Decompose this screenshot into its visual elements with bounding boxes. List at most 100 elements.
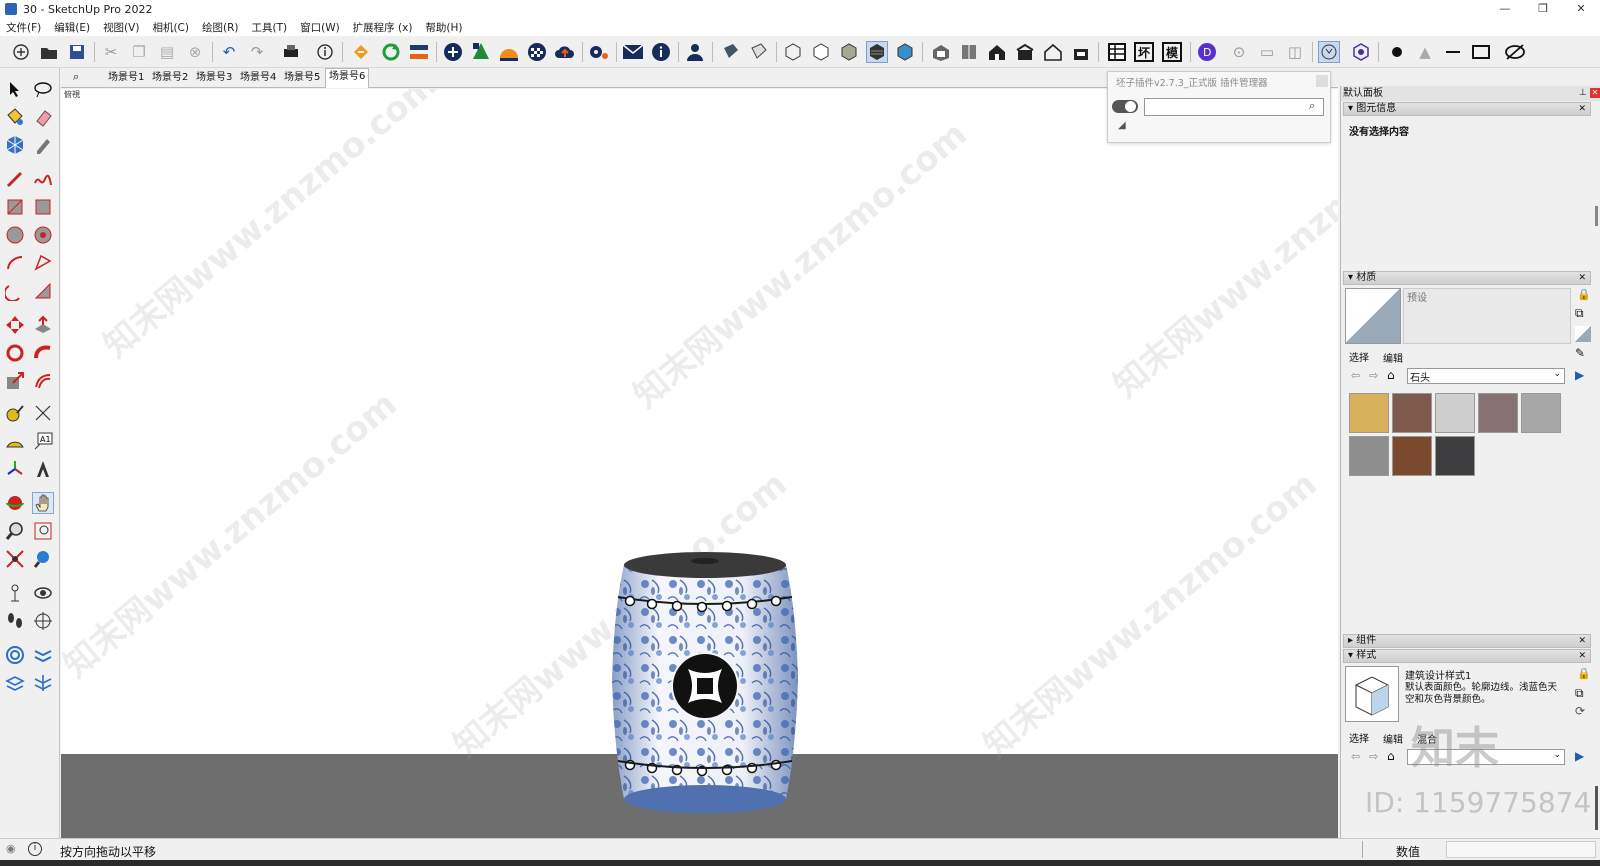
bad-plugin-icon[interactable]: 坏 bbox=[1134, 42, 1154, 62]
details-arrow-icon[interactable]: ▶ bbox=[1575, 749, 1584, 763]
paint-bucket-icon[interactable] bbox=[4, 106, 26, 128]
arc-tool-icon[interactable] bbox=[4, 252, 26, 274]
textured-icon[interactable] bbox=[866, 41, 888, 63]
tree-icon[interactable] bbox=[470, 41, 492, 63]
section-plane-icon[interactable] bbox=[32, 610, 54, 632]
table-plugin-icon[interactable] bbox=[1106, 41, 1128, 63]
refresh-green-icon[interactable] bbox=[380, 41, 402, 63]
three-point-arc-icon[interactable] bbox=[4, 280, 26, 302]
scene-search-icon[interactable]: ⌕ bbox=[73, 70, 79, 84]
freehand-icon[interactable] bbox=[32, 168, 54, 190]
mail-icon[interactable] bbox=[622, 41, 644, 63]
axes-tool-icon[interactable] bbox=[4, 458, 26, 480]
line-pencil-icon[interactable] bbox=[4, 168, 26, 190]
info-icon[interactable]: i bbox=[28, 842, 42, 856]
tab-scene-6[interactable]: 场景号6 bbox=[325, 68, 370, 88]
styles-tab-select[interactable]: 选择 bbox=[1349, 730, 1369, 745]
shaded-icon[interactable] bbox=[838, 41, 860, 63]
line-icon[interactable] bbox=[1442, 41, 1464, 63]
minimize-button[interactable]: — bbox=[1490, 2, 1520, 15]
rotated-rectangle-icon[interactable] bbox=[32, 196, 54, 218]
paste-icon[interactable]: ▤ bbox=[156, 41, 178, 63]
tape-measure-icon[interactable] bbox=[4, 402, 26, 424]
menu-edit[interactable]: 编辑(E) bbox=[54, 20, 90, 35]
solid-tools-icon[interactable] bbox=[720, 41, 742, 63]
move-tool-icon[interactable] bbox=[4, 314, 26, 336]
redo-icon[interactable]: ↷ bbox=[246, 41, 268, 63]
material-library-select[interactable]: 石头 ⌄ bbox=[1407, 368, 1565, 384]
select-arrow-icon[interactable] bbox=[4, 78, 26, 100]
add-circle-icon[interactable] bbox=[442, 41, 464, 63]
styles-tab-edit[interactable]: 编辑 bbox=[1383, 731, 1403, 746]
default-material-icon[interactable] bbox=[1575, 326, 1591, 342]
update-style-icon[interactable]: ⟳ bbox=[1575, 704, 1585, 718]
3d-text-icon[interactable] bbox=[32, 458, 54, 480]
menu-camera[interactable]: 相机(C) bbox=[152, 20, 189, 35]
settings-gear-icon[interactable] bbox=[588, 41, 610, 63]
geolocation-icon[interactable]: ◉ bbox=[6, 842, 16, 855]
back-view-icon[interactable] bbox=[1042, 41, 1064, 63]
polygon-tool-icon[interactable] bbox=[32, 224, 54, 246]
rectangle-icon[interactable] bbox=[1470, 41, 1492, 63]
sun-shadow-icon[interactable] bbox=[498, 41, 520, 63]
highlight-plugin-icon[interactable] bbox=[1318, 41, 1340, 63]
menu-window[interactable]: 窗口(W) bbox=[300, 20, 340, 35]
back-arrow-icon[interactable]: ⇦ bbox=[1351, 750, 1360, 763]
zoom-tool-icon[interactable] bbox=[4, 520, 26, 542]
plugin-search-input[interactable] bbox=[1144, 98, 1324, 116]
look-around-icon[interactable] bbox=[32, 582, 54, 604]
position-camera-icon[interactable] bbox=[4, 582, 26, 604]
material-swatch[interactable] bbox=[1478, 393, 1518, 433]
cone-icon[interactable]: ▲ bbox=[1414, 41, 1436, 63]
save-icon[interactable] bbox=[66, 41, 88, 63]
purple-plugin-icon[interactable]: D bbox=[1196, 41, 1218, 63]
transfer-icon[interactable] bbox=[408, 41, 430, 63]
menu-view[interactable]: 视图(V) bbox=[103, 20, 139, 35]
tray-close-button[interactable]: ✕ bbox=[1590, 88, 1600, 98]
tab-scene-1[interactable]: 场景号1 bbox=[105, 70, 147, 86]
materials-tab-select[interactable]: 选择 bbox=[1349, 349, 1369, 364]
orbit-tool-icon[interactable] bbox=[4, 492, 26, 514]
two-point-arc-icon[interactable] bbox=[32, 252, 54, 274]
tab-scene-2[interactable]: 场景号2 bbox=[149, 70, 191, 86]
material-swatch[interactable] bbox=[1521, 393, 1561, 433]
rotate-tool-icon[interactable] bbox=[4, 342, 26, 364]
camera-icon[interactable]: ◫ bbox=[1284, 41, 1306, 63]
walk-footprints-icon[interactable] bbox=[4, 610, 26, 632]
stamp-icon[interactable] bbox=[32, 672, 54, 694]
video-icon[interactable]: ▭ bbox=[1256, 41, 1278, 63]
section-dot-icon[interactable] bbox=[1386, 41, 1408, 63]
restore-button[interactable]: ❐ bbox=[1528, 2, 1558, 15]
follow-me-icon[interactable] bbox=[32, 342, 54, 364]
tab-scene-4[interactable]: 场景号4 bbox=[237, 70, 279, 86]
home-icon[interactable]: ⌂ bbox=[1387, 749, 1395, 763]
model-info-icon[interactable] bbox=[314, 41, 336, 63]
pin-icon[interactable]: ⊥ bbox=[1579, 86, 1587, 101]
eraser-icon[interactable] bbox=[32, 106, 54, 128]
sandbox-contours-icon[interactable] bbox=[4, 644, 26, 666]
xray-style-icon[interactable] bbox=[782, 41, 804, 63]
offset-tool-icon[interactable] bbox=[32, 370, 54, 392]
measurements-input[interactable] bbox=[1446, 841, 1596, 858]
tab-scene-3[interactable]: 场景号3 bbox=[193, 70, 235, 86]
home-icon[interactable]: ⌂ bbox=[1387, 368, 1395, 382]
erase-selection-icon[interactable]: ⊗ bbox=[184, 41, 206, 63]
rectangle-tool-icon[interactable] bbox=[4, 196, 26, 218]
tray-scrollbar[interactable] bbox=[1595, 206, 1598, 226]
material-swatch[interactable] bbox=[1392, 393, 1432, 433]
zoom-window-icon[interactable] bbox=[32, 520, 54, 542]
search-icon[interactable]: ⌕ bbox=[1309, 99, 1315, 113]
material-lock-icon[interactable]: 🔒 bbox=[1577, 288, 1591, 301]
print-icon[interactable] bbox=[280, 41, 302, 63]
iso-view-icon[interactable] bbox=[930, 41, 952, 63]
material-swatch[interactable] bbox=[1435, 436, 1475, 476]
menu-help[interactable]: 帮助(H) bbox=[425, 20, 462, 35]
circle-tool-icon[interactable] bbox=[4, 224, 26, 246]
porcelain-stool-model[interactable] bbox=[610, 549, 800, 819]
outer-shell-icon[interactable] bbox=[748, 41, 770, 63]
orbit-camera-icon[interactable]: ⊙ bbox=[1228, 41, 1250, 63]
create-material-icon[interactable]: ⧉ bbox=[1575, 306, 1584, 321]
zoom-extents-icon[interactable] bbox=[4, 548, 26, 570]
material-swatch[interactable] bbox=[1349, 436, 1389, 476]
sandbox-scratch-icon[interactable] bbox=[32, 644, 54, 666]
